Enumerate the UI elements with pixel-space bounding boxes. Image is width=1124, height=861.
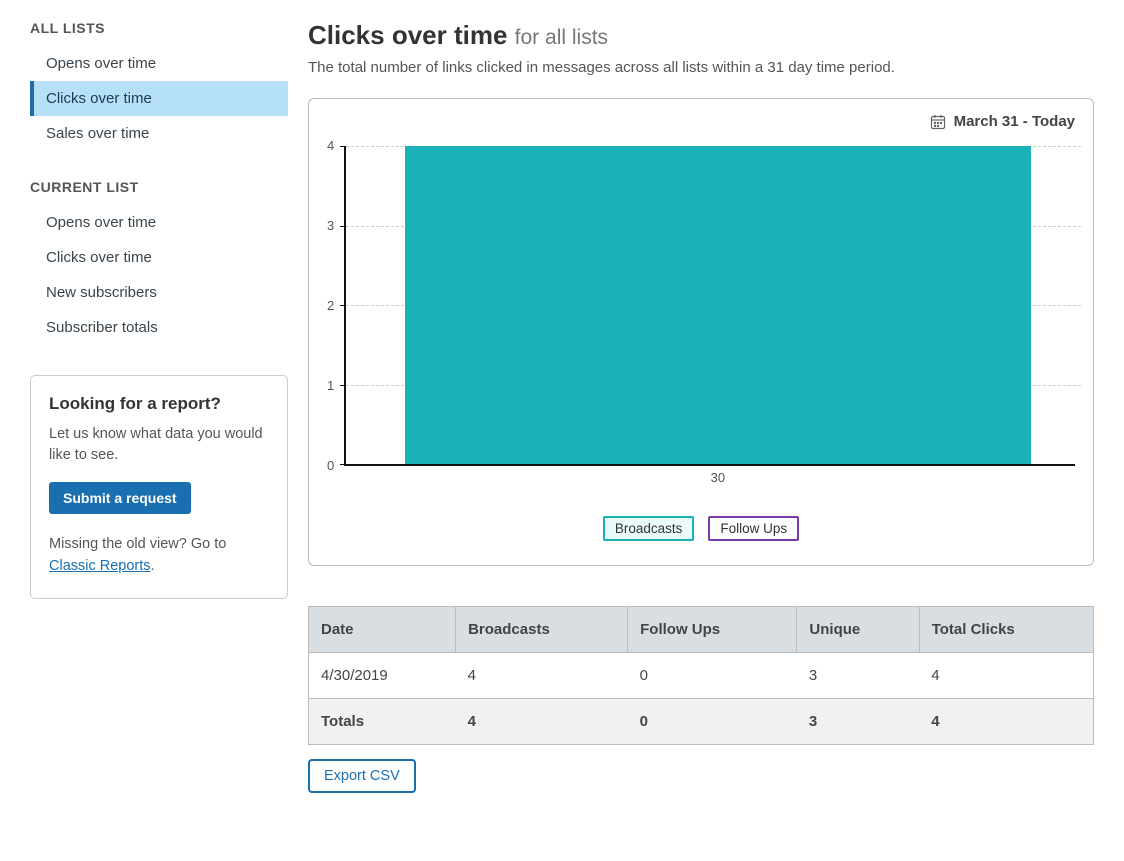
date-range-picker[interactable]: March 31 - Today bbox=[327, 113, 1075, 130]
sidebar-group-current-list: CURRENT LIST Opens over time Clicks over… bbox=[30, 179, 288, 345]
submit-request-button[interactable]: Submit a request bbox=[49, 482, 191, 514]
table-column-header: Unique bbox=[797, 607, 919, 653]
chart-y-tick bbox=[340, 226, 346, 227]
x-tick-label: 30 bbox=[711, 470, 725, 485]
chart-card: March 31 - Today 43210 30 Broadcasts Fol… bbox=[308, 98, 1094, 566]
table-cell: 0 bbox=[628, 653, 797, 699]
sidebar-item-clicks-all[interactable]: Clicks over time bbox=[30, 81, 288, 116]
date-range-label: March 31 - Today bbox=[954, 113, 1075, 130]
sidebar-heading-all-lists: ALL LISTS bbox=[30, 20, 288, 36]
export-csv-button[interactable]: Export CSV bbox=[308, 759, 416, 793]
chart-y-axis: 43210 bbox=[327, 146, 344, 466]
page-title: Clicks over time for all lists bbox=[308, 20, 1094, 51]
page-title-sub: for all lists bbox=[515, 26, 608, 49]
sidebar-item-sub-totals[interactable]: Subscriber totals bbox=[30, 310, 288, 345]
main-content: Clicks over time for all lists The total… bbox=[308, 20, 1094, 793]
table-column-header: Total Clicks bbox=[919, 607, 1093, 653]
chart-y-tick bbox=[340, 464, 346, 465]
table-row: 4/30/20194034 bbox=[309, 653, 1094, 699]
chart-area: 43210 30 bbox=[327, 136, 1075, 466]
chart-bar bbox=[405, 146, 1032, 464]
table-column-header: Broadcasts bbox=[456, 607, 628, 653]
page-title-main: Clicks over time bbox=[308, 20, 507, 50]
sidebar-group-all-lists: ALL LISTS Opens over time Clicks over ti… bbox=[30, 20, 288, 151]
table-cell: 4 bbox=[919, 699, 1093, 745]
sidebar-list-all: Opens over time Clicks over time Sales o… bbox=[30, 46, 288, 151]
table-cell: 3 bbox=[797, 699, 919, 745]
chart-legend: Broadcasts Follow Ups bbox=[327, 516, 1075, 541]
promo-after: Missing the old view? Go to Classic Repo… bbox=[49, 534, 269, 578]
table-cell: 4/30/2019 bbox=[309, 653, 456, 699]
page-description: The total number of links clicked in mes… bbox=[308, 59, 1094, 76]
calendar-icon bbox=[930, 114, 946, 130]
chart-y-tick bbox=[340, 146, 346, 147]
sidebar-item-new-subs[interactable]: New subscribers bbox=[30, 275, 288, 310]
table-cell: Totals bbox=[309, 699, 456, 745]
promo-title: Looking for a report? bbox=[49, 394, 269, 414]
legend-broadcasts[interactable]: Broadcasts bbox=[603, 516, 695, 541]
sidebar-heading-current-list: CURRENT LIST bbox=[30, 179, 288, 195]
promo-after-text-2: . bbox=[151, 558, 155, 574]
sidebar-list-current: Opens over time Clicks over time New sub… bbox=[30, 205, 288, 345]
table-totals-row: Totals4034 bbox=[309, 699, 1094, 745]
table-column-header: Follow Ups bbox=[628, 607, 797, 653]
sidebar-item-clicks-current[interactable]: Clicks over time bbox=[30, 240, 288, 275]
sidebar: ALL LISTS Opens over time Clicks over ti… bbox=[30, 20, 288, 793]
chart-y-tick bbox=[340, 305, 346, 306]
table-cell: 4 bbox=[456, 699, 628, 745]
table-cell: 4 bbox=[456, 653, 628, 699]
chart-y-tick bbox=[340, 385, 346, 386]
table-body: 4/30/20194034Totals4034 bbox=[309, 653, 1094, 745]
data-table: DateBroadcastsFollow UpsUniqueTotal Clic… bbox=[308, 606, 1094, 745]
promo-after-text-1: Missing the old view? Go to bbox=[49, 536, 226, 552]
legend-followups[interactable]: Follow Ups bbox=[708, 516, 799, 541]
classic-reports-link[interactable]: Classic Reports bbox=[49, 558, 151, 574]
table-header-row: DateBroadcastsFollow UpsUniqueTotal Clic… bbox=[309, 607, 1094, 653]
table-column-header: Date bbox=[309, 607, 456, 653]
sidebar-item-opens-current[interactable]: Opens over time bbox=[30, 205, 288, 240]
table-cell: 0 bbox=[628, 699, 797, 745]
chart-plot: 30 bbox=[344, 146, 1075, 466]
table-cell: 4 bbox=[919, 653, 1093, 699]
sidebar-item-sales-all[interactable]: Sales over time bbox=[30, 116, 288, 151]
sidebar-item-opens-all[interactable]: Opens over time bbox=[30, 46, 288, 81]
promo-text: Let us know what data you would like to … bbox=[49, 424, 269, 466]
promo-box: Looking for a report? Let us know what d… bbox=[30, 375, 288, 599]
table-cell: 3 bbox=[797, 653, 919, 699]
